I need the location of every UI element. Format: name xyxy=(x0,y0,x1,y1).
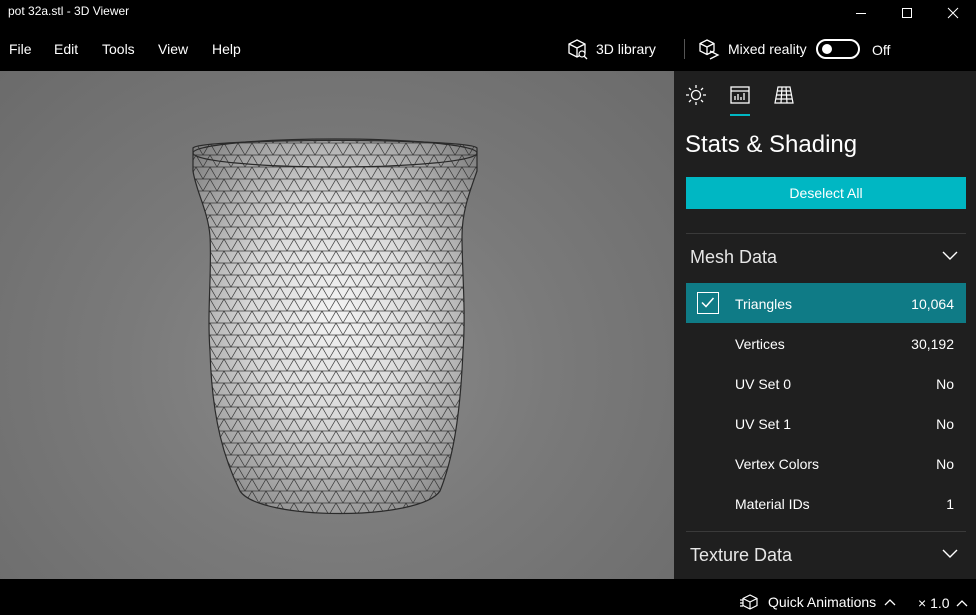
mixed-reality-button[interactable]: Mixed reality xyxy=(698,36,807,62)
mesh-data-header[interactable]: Mesh Data xyxy=(686,243,966,273)
animation-speed-button[interactable]: × 1.0 xyxy=(918,595,968,611)
checkmark-icon xyxy=(701,297,715,308)
toggle-state-label: Off xyxy=(872,42,891,58)
stat-label: Vertices xyxy=(735,336,785,352)
quick-animations-button[interactable]: Quick Animations xyxy=(740,593,896,611)
stat-row-material-ids[interactable]: Material IDs 1 xyxy=(686,483,966,523)
window-title: pot 32a.stl - 3D Viewer xyxy=(8,4,130,18)
tab-grid[interactable] xyxy=(772,83,796,107)
stat-label: Material IDs xyxy=(735,496,810,512)
lighting-icon xyxy=(686,85,706,105)
menu-help[interactable]: Help xyxy=(212,41,241,57)
stat-row-uv-set-1[interactable]: UV Set 1 No xyxy=(686,403,966,443)
3d-viewport[interactable] xyxy=(0,71,674,579)
stat-row-vertices[interactable]: Vertices 30,192 xyxy=(686,323,966,363)
chevron-up-icon xyxy=(884,599,896,606)
animation-cube-icon xyxy=(740,594,758,610)
stat-label: UV Set 0 xyxy=(735,376,792,392)
stat-value: No xyxy=(936,376,954,392)
speed-label: × 1.0 xyxy=(918,595,950,611)
mixed-reality-label: Mixed reality xyxy=(728,41,807,57)
maximize-icon xyxy=(902,8,912,18)
stat-row-vertex-colors[interactable]: Vertex Colors No xyxy=(686,443,966,483)
stat-value: No xyxy=(936,456,954,472)
bottom-bar: Quick Animations × 1.0 xyxy=(0,579,976,615)
texture-data-label: Texture Data xyxy=(690,545,793,565)
stat-value: No xyxy=(936,416,954,432)
deselect-all-button[interactable]: Deselect All xyxy=(686,177,966,209)
minimize-button[interactable] xyxy=(838,0,884,26)
menu-divider xyxy=(684,39,685,59)
tab-stats[interactable] xyxy=(728,83,752,107)
divider xyxy=(686,531,966,532)
tab-lighting[interactable] xyxy=(684,83,708,107)
stat-label: UV Set 1 xyxy=(735,416,792,432)
maximize-button[interactable] xyxy=(884,0,930,26)
3d-library-label: 3D library xyxy=(596,41,656,57)
stat-row-triangles[interactable]: Triangles 10,064 xyxy=(686,283,966,323)
stat-label: Vertex Colors xyxy=(735,456,820,472)
divider xyxy=(686,233,966,234)
chevron-down-icon xyxy=(942,549,958,558)
title-bar: pot 32a.stl - 3D Viewer xyxy=(0,0,976,26)
stats-shading-panel: Stats & Shading Deselect All Mesh Data T… xyxy=(674,71,976,579)
stats-icon xyxy=(730,86,750,104)
menu-edit[interactable]: Edit xyxy=(54,41,78,57)
texture-data-header[interactable]: Texture Data xyxy=(686,541,966,571)
close-icon xyxy=(947,7,959,19)
checkbox[interactable] xyxy=(697,292,719,314)
3d-library-button[interactable]: 3D library xyxy=(566,36,656,62)
toggle-knob xyxy=(822,44,832,54)
minimize-icon xyxy=(856,13,866,14)
mesh-data-label: Mesh Data xyxy=(690,247,778,267)
stat-value: 10,064 xyxy=(911,296,954,312)
quick-animations-label: Quick Animations xyxy=(768,594,877,610)
chevron-down-icon xyxy=(942,251,958,260)
close-button[interactable] xyxy=(930,0,976,26)
menu-view[interactable]: View xyxy=(158,41,188,57)
stat-label: Triangles xyxy=(735,296,793,312)
active-tab-indicator xyxy=(730,114,750,116)
chevron-up-icon xyxy=(956,600,967,607)
menu-bar: File Edit Tools View Help 3D library Mix… xyxy=(0,26,976,71)
menu-file[interactable]: File xyxy=(9,41,32,57)
stat-row-uv-set-0[interactable]: UV Set 0 No xyxy=(686,363,966,403)
mixed-reality-icon xyxy=(699,39,720,60)
grid-icon xyxy=(774,86,794,104)
mixed-reality-toggle[interactable] xyxy=(816,39,860,59)
stat-value: 30,192 xyxy=(911,336,954,352)
stat-value: 1 xyxy=(946,496,954,512)
cube-icon xyxy=(568,39,588,60)
pot-model[interactable] xyxy=(0,71,674,579)
menu-tools[interactable]: Tools xyxy=(102,41,135,57)
panel-title: Stats & Shading xyxy=(685,131,858,158)
